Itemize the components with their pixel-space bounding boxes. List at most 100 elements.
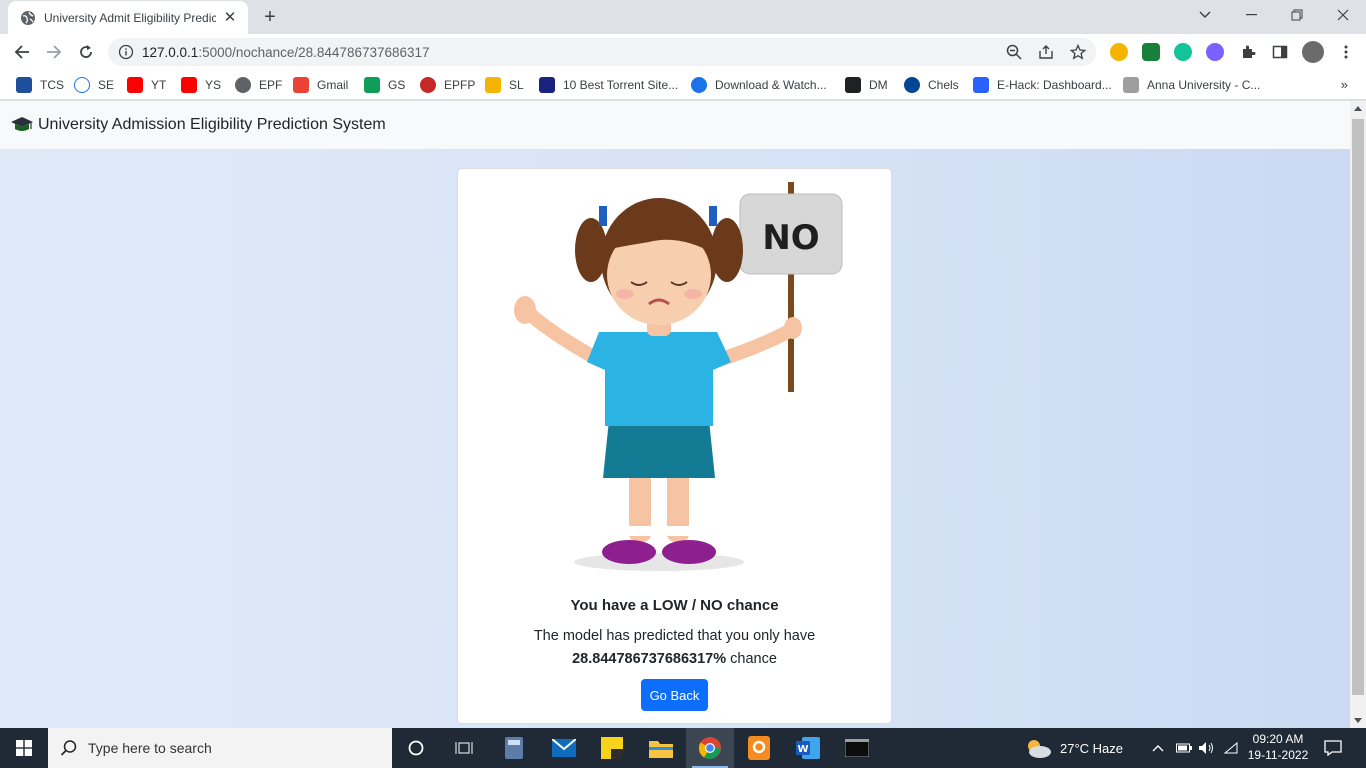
network-status[interactable] — [1224, 728, 1238, 768]
notification-icon — [1324, 740, 1342, 756]
weather-widget[interactable]: 27°C Haze — [1024, 728, 1123, 768]
bookmark-chels[interactable]: Chels — [904, 77, 959, 93]
close-window-button[interactable] — [1320, 0, 1366, 30]
bookmark-epf[interactable]: EPF — [235, 77, 282, 93]
bookmark-download[interactable]: Download & Watch... — [691, 77, 827, 93]
terminal-icon — [845, 739, 869, 757]
volume-icon — [1199, 742, 1213, 754]
bookmark-anna-university[interactable]: Anna University - C... — [1123, 77, 1260, 93]
restore-icon — [1291, 9, 1303, 21]
taskbar-pdf-app[interactable] — [735, 728, 783, 768]
url-text[interactable]: 127.0.0.1:5000/nochance/28.8447867376863… — [142, 45, 430, 60]
system-clock[interactable]: 09:20 AM 19-11-2022 — [1240, 731, 1316, 763]
bookmark-se[interactable]: SE — [74, 77, 114, 93]
side-panel-icon[interactable] — [1272, 44, 1288, 60]
bookmark-star-icon[interactable] — [1070, 44, 1086, 60]
task-view-button[interactable] — [440, 728, 488, 768]
puzzle-icon[interactable] — [1240, 44, 1256, 60]
bookmark-tcs[interactable]: TCS — [16, 77, 64, 93]
cloud-icon — [74, 77, 90, 93]
wifi-icon — [1224, 742, 1238, 754]
start-button[interactable] — [0, 728, 48, 768]
cortana-button[interactable] — [392, 728, 440, 768]
word-icon: W — [796, 737, 820, 759]
info-icon[interactable] — [118, 44, 134, 60]
tray-chevron[interactable] — [1152, 728, 1164, 768]
new-tab-button[interactable]: + — [258, 6, 282, 30]
chrome-icon — [698, 737, 721, 759]
graduation-icon — [539, 77, 555, 93]
close-tab-icon[interactable]: ✕ — [222, 9, 238, 26]
youtube-icon — [127, 77, 143, 93]
bookmarks-more-button[interactable]: » — [1341, 77, 1348, 92]
taskbar-terminal[interactable] — [833, 728, 881, 768]
scroll-down-arrow-icon[interactable] — [1354, 718, 1362, 723]
volume-control[interactable] — [1198, 728, 1216, 768]
bookmark-torrent[interactable]: 10 Best Torrent Site... — [539, 77, 678, 93]
taskbar-mail[interactable] — [540, 728, 588, 768]
reload-icon — [80, 45, 92, 58]
result-card: NO You have a LOW / NO chance The model … — [457, 168, 892, 724]
url-path: :5000/nochance/28.844786737686317 — [198, 45, 430, 60]
snowflake-extension-icon[interactable] — [1206, 43, 1224, 61]
taskbar-search-box[interactable]: Type here to search — [48, 728, 392, 768]
globe-icon — [21, 10, 35, 25]
taskbar-file-explorer[interactable] — [637, 728, 685, 768]
bookmark-dm[interactable]: DM — [845, 77, 888, 93]
scrollbar-thumb[interactable] — [1352, 119, 1364, 695]
tab-title: University Admit Eligibility Predic — [44, 10, 216, 25]
bookmark-gmail[interactable]: Gmail — [293, 77, 348, 93]
tata-icon — [16, 77, 32, 93]
bookmark-ys[interactable]: YS — [181, 77, 221, 93]
browser-toolbar: 127.0.0.1:5000/nochance/28.8447867376863… — [0, 34, 1366, 70]
forward-button[interactable] — [40, 38, 68, 66]
browser-tab[interactable]: University Admit Eligibility Predic ✕ — [8, 1, 248, 34]
bookmark-gs[interactable]: GS — [364, 77, 405, 93]
back-button[interactable] — [8, 38, 36, 66]
scroll-up-arrow-icon[interactable] — [1354, 106, 1362, 111]
globe-icon — [235, 77, 251, 93]
grammarly-icon[interactable] — [1174, 43, 1192, 61]
extension-icon[interactable] — [1110, 43, 1128, 61]
result-title: You have a LOW / NO chance — [570, 597, 779, 614]
cortana-circle-icon — [408, 740, 424, 756]
navbar-brand[interactable]: University Admission Eligibility Predict… — [38, 116, 386, 134]
gmail-icon — [293, 77, 309, 93]
bookmark-sl[interactable]: SL — [485, 77, 524, 93]
page-viewport: University Admission Eligibility Predict… — [0, 101, 1350, 728]
bookmark-ehack[interactable]: E-Hack: Dashboard... — [973, 77, 1112, 93]
tab-search-button[interactable] — [1182, 0, 1228, 30]
university-icon — [1123, 77, 1139, 93]
share-icon[interactable] — [1038, 44, 1054, 60]
notification-center-button[interactable] — [1324, 728, 1342, 768]
calculator-icon — [505, 737, 523, 759]
bookmark-yt[interactable]: YT — [127, 77, 166, 93]
svg-text:W: W — [797, 744, 808, 755]
taskbar-word[interactable]: W — [784, 728, 832, 768]
youtube-icon — [181, 77, 197, 93]
zoom-icon[interactable] — [1006, 44, 1022, 60]
restore-button[interactable] — [1274, 0, 1320, 30]
more-menu-icon[interactable] — [1338, 44, 1354, 60]
weather-text: 27°C Haze — [1060, 740, 1124, 756]
close-icon — [1337, 9, 1349, 21]
taskbar-calculator[interactable] — [490, 728, 538, 768]
taskbar-sticky-notes[interactable] — [588, 728, 636, 768]
go-back-button[interactable]: Go Back — [641, 679, 708, 711]
chevron-down-icon — [1199, 11, 1211, 18]
sheets-icon — [364, 77, 380, 93]
minimize-button[interactable] — [1228, 0, 1274, 30]
battery-status[interactable] — [1176, 728, 1192, 768]
reload-button[interactable] — [72, 38, 100, 66]
taskbar-chrome[interactable] — [686, 728, 734, 768]
slides-icon — [485, 77, 501, 93]
no-sign-text: NO — [762, 218, 819, 258]
tab-strip: University Admit Eligibility Predic ✕ + — [0, 0, 1366, 34]
shield-extension-icon[interactable] — [1142, 43, 1160, 61]
chance-value: 28.844786737686317% — [572, 651, 727, 667]
address-bar[interactable]: 127.0.0.1:5000/nochance/28.8447867376863… — [108, 38, 1096, 66]
page-scrollbar[interactable] — [1350, 101, 1366, 728]
profile-avatar[interactable] — [1302, 41, 1324, 63]
bookmark-epfp[interactable]: EPFP — [420, 77, 475, 93]
arrow-right-icon — [47, 45, 62, 59]
